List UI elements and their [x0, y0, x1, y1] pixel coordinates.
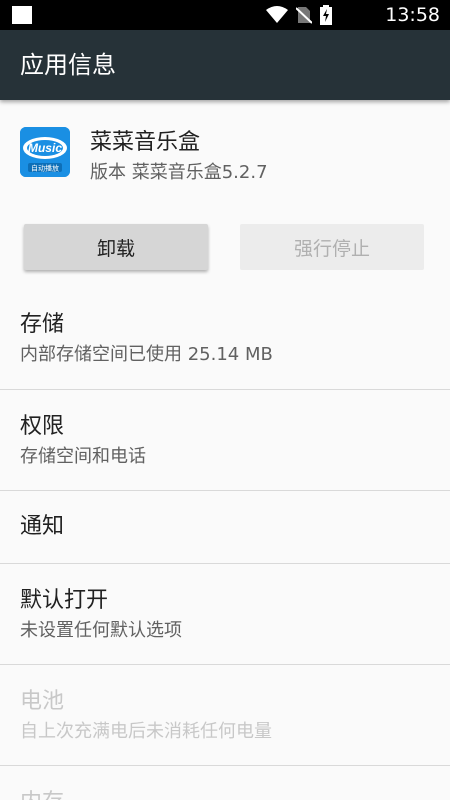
list-item-title: 权限 — [20, 414, 65, 439]
app-version: 版本 菜菜音乐盒5.2.7 — [90, 162, 268, 183]
list-item-title: 存储 — [20, 312, 65, 337]
list-item-memory: 内存 — [0, 766, 450, 800]
notification-square-icon — [12, 6, 32, 24]
list-item-title: 默认打开 — [20, 588, 109, 613]
uninstall-button[interactable]: 卸载 — [24, 224, 208, 270]
app-icon-text: Music — [28, 141, 62, 155]
list-item-battery: 电池 自上次充满电后未消耗任何电量 — [0, 665, 450, 765]
no-sim-icon — [296, 7, 312, 24]
status-bar: 13:58 — [0, 0, 450, 30]
app-icon-subtext: 自动播放 — [31, 164, 59, 173]
list-item-title: 内存 — [20, 788, 64, 800]
list-item-storage[interactable]: 存储 内部存储空间已使用 25.14 MB — [0, 300, 450, 389]
list-item-notifications[interactable]: 通知 — [0, 491, 450, 563]
status-time: 13:58 — [385, 4, 440, 26]
list-item-title: 通知 — [20, 514, 65, 539]
page-title: 应用信息 — [20, 51, 116, 79]
app-name: 菜菜音乐盒 — [90, 130, 201, 155]
list-item-subtitle: 内部存储空间已使用 25.14 MB — [20, 344, 273, 365]
app-bar: 应用信息 — [0, 30, 450, 100]
force-stop-button[interactable]: 强行停止 — [240, 224, 424, 270]
list-item-subtitle: 未设置任何默认选项 — [20, 620, 182, 641]
app-icon: Music 自动播放 — [20, 127, 70, 177]
battery-charging-icon — [320, 5, 332, 25]
list-item-subtitle: 自上次充满电后未消耗任何电量 — [20, 721, 272, 742]
list-item-open-by-default[interactable]: 默认打开 未设置任何默认选项 — [0, 564, 450, 664]
list-item-title: 电池 — [20, 689, 65, 714]
wifi-icon — [266, 6, 288, 23]
list-item-permissions[interactable]: 权限 存储空间和电话 — [0, 390, 450, 490]
app-header: Music 自动播放 菜菜音乐盒 版本 菜菜音乐盒5.2.7 — [0, 100, 450, 210]
list-item-subtitle: 存储空间和电话 — [20, 446, 146, 467]
